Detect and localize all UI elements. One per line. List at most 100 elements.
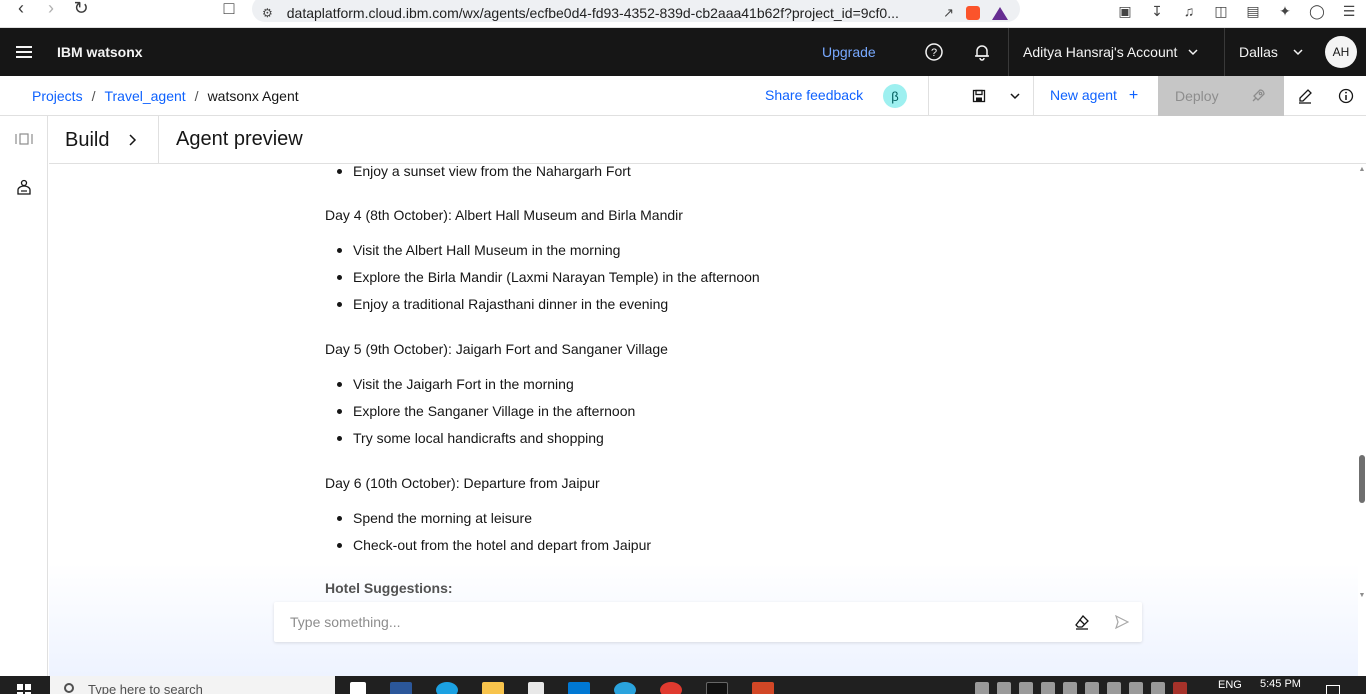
reader-mode-icon[interactable]: ▣ (1116, 2, 1134, 20)
share-page-icon[interactable]: ↗ (943, 5, 954, 21)
breadcrumb-separator: / (194, 88, 199, 104)
powerpoint-icon[interactable] (752, 682, 774, 694)
svg-text:?: ? (931, 47, 937, 59)
wallet-icon[interactable]: ▤ (1244, 2, 1262, 20)
task-view-icon[interactable] (350, 682, 366, 694)
clock[interactable]: 5:45 PM (1260, 678, 1301, 690)
tray-icon[interactable] (997, 682, 1011, 694)
sidebar-icon[interactable]: ◫ (1212, 2, 1230, 20)
list-item: Visit the Jaigarh Fort in the morning (325, 371, 1125, 398)
media-icon[interactable]: ♫ (1180, 2, 1198, 20)
main-menu-icon[interactable] (0, 28, 48, 76)
app-icon[interactable] (660, 682, 682, 694)
menu-icon[interactable]: ☰ (1340, 2, 1358, 20)
notepad-icon[interactable] (528, 682, 544, 694)
language-indicator[interactable]: ENG (1218, 679, 1242, 691)
rewards-icon[interactable] (992, 6, 1008, 20)
scroll-up-icon[interactable]: ▲ (1358, 166, 1366, 174)
file-explorer-icon[interactable] (482, 682, 504, 694)
tray-icon[interactable] (975, 682, 989, 694)
section-heading: Hotel Suggestions: (325, 580, 453, 596)
downloads-icon[interactable]: ↧ (1148, 2, 1166, 20)
chat-scrollbar[interactable]: ▲ ▼ (1358, 164, 1366, 600)
back-icon[interactable]: ‹ (6, 0, 36, 22)
address-bar[interactable]: ⚙ dataplatform.cloud.ibm.com/wx/agents/e… (252, 0, 1020, 22)
breadcrumb-projects[interactable]: Projects (32, 88, 83, 104)
beta-badge: β (883, 84, 907, 108)
chevron-down-icon[interactable] (1009, 90, 1021, 102)
deploy-button[interactable]: Deploy (1158, 76, 1284, 116)
notification-center-icon[interactable] (1326, 685, 1340, 694)
tray-icon[interactable] (1173, 682, 1187, 694)
volume-icon[interactable] (1063, 682, 1077, 694)
forward-icon[interactable]: › (36, 0, 66, 22)
list-item: Check-out from the hotel and depart from… (325, 532, 1125, 559)
windows-start-icon[interactable] (17, 684, 31, 694)
agent-icon[interactable] (14, 177, 34, 197)
send-icon[interactable] (1112, 612, 1132, 632)
panel-toggle-icon[interactable] (14, 129, 34, 149)
url-text[interactable]: dataplatform.cloud.ibm.com/wx/agents/ecf… (287, 5, 907, 21)
day-heading: Day 5 (9th October): Jaigarh Fort and Sa… (325, 341, 668, 357)
network-icon[interactable] (1041, 682, 1055, 694)
breadcrumb: Projects / Travel_agent / watsonx Agent (32, 88, 299, 104)
save-icon[interactable] (972, 89, 986, 103)
page-toolbar: Projects / Travel_agent / watsonx Agent … (0, 76, 1366, 116)
vpn-icon[interactable]: ◯ (1308, 2, 1326, 20)
brand-name[interactable]: IBM watsonx (57, 44, 143, 60)
search-icon (64, 683, 74, 693)
browser-toolbar: ‹ › ↻ □ ⚙ dataplatform.cloud.ibm.com/wx/… (0, 0, 1366, 28)
tray-icon[interactable] (1107, 682, 1121, 694)
edge-icon[interactable] (436, 682, 458, 694)
eraser-icon[interactable] (1072, 612, 1092, 632)
scroll-thumb[interactable] (1359, 455, 1365, 503)
breadcrumb-project[interactable]: Travel_agent (104, 88, 185, 104)
build-tab[interactable]: Build (49, 116, 159, 164)
reload-icon[interactable]: ↻ (66, 0, 96, 22)
list-item: Try some local handicrafts and shopping (325, 425, 1125, 452)
taskbar-search-label: Type here to search (88, 682, 203, 694)
chat-input[interactable] (290, 614, 1050, 630)
help-icon[interactable]: ? (910, 28, 958, 76)
bookmark-icon[interactable]: □ (214, 0, 244, 22)
panel-header: Build Agent preview (49, 116, 1366, 164)
list-item: Explore the Sanganer Village in the afte… (325, 398, 1125, 425)
info-icon[interactable] (1326, 76, 1366, 116)
site-info-icon[interactable]: ⚙ (262, 6, 273, 20)
rocket-icon (1252, 89, 1265, 102)
divider (1033, 76, 1034, 116)
app-header: IBM watsonx Upgrade ? Aditya Hansraj's A… (0, 28, 1366, 76)
word-icon[interactable] (390, 682, 412, 694)
build-label: Build (65, 128, 110, 151)
save-menu[interactable] (960, 76, 1032, 116)
add-icon: + (1128, 87, 1139, 104)
store-icon[interactable] (568, 682, 590, 694)
leo-ai-icon[interactable]: ✦ (1276, 2, 1294, 20)
region-switcher[interactable]: Dallas (1224, 28, 1312, 76)
taskbar-search[interactable]: Type here to search (50, 676, 335, 694)
os-taskbar: Type here to search ENG 5:45 PM (0, 676, 1366, 694)
chevron-right-icon (129, 134, 137, 146)
edit-icon[interactable] (1285, 76, 1325, 116)
scroll-down-icon[interactable]: ▼ (1358, 592, 1366, 600)
account-switcher[interactable]: Aditya Hansraj's Account (1008, 28, 1216, 76)
page-title: Agent preview (176, 128, 303, 150)
chevron-down-icon (1188, 49, 1198, 56)
share-feedback-link[interactable]: Share feedback (765, 87, 863, 103)
left-rail (0, 116, 48, 676)
tray-icon[interactable] (1019, 682, 1033, 694)
battery-icon[interactable] (1129, 682, 1143, 694)
tray-icon[interactable] (1085, 682, 1099, 694)
avatar[interactable]: AH (1325, 36, 1357, 68)
notification-icon[interactable] (958, 28, 1006, 76)
upgrade-link[interactable]: Upgrade (822, 44, 876, 60)
new-agent-button[interactable]: New agent + (1050, 87, 1138, 105)
tray-icon[interactable] (1151, 682, 1165, 694)
capcut-icon[interactable] (706, 682, 728, 694)
divider (928, 76, 929, 116)
telegram-icon[interactable] (614, 682, 636, 694)
list-item: Spend the morning at leisure (325, 505, 1125, 532)
chat-input-bar (274, 602, 1142, 642)
brave-shield-icon[interactable] (966, 6, 980, 20)
new-agent-label: New agent (1050, 87, 1117, 103)
